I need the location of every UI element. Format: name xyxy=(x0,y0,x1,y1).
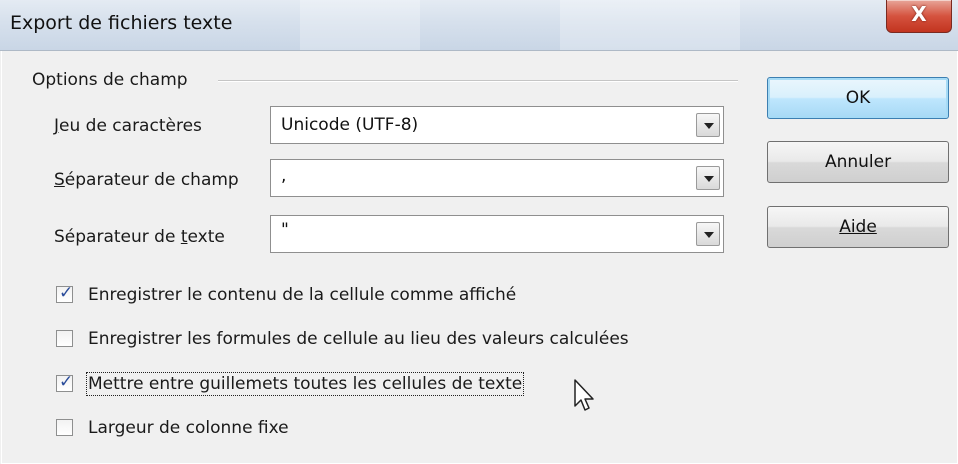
cancel-button[interactable]: Annuler xyxy=(767,141,949,183)
help-button-label: Aide xyxy=(839,217,877,237)
charset-label-rest: eu de caractères xyxy=(59,116,202,136)
quote-text-cells-checkbox[interactable]: ✓ xyxy=(56,372,74,392)
mouse-pointer-icon xyxy=(574,379,594,411)
chevron-down-icon[interactable] xyxy=(696,222,720,246)
charset-select[interactable]: Unicode (UTF-8) xyxy=(270,106,724,144)
text-separator-label: Séparateur de texte xyxy=(54,227,225,247)
window-title: Export de fichiers texte xyxy=(10,12,233,34)
close-icon: X xyxy=(911,2,927,26)
group-divider xyxy=(218,80,738,82)
save-as-shown-label: Enregistrer le contenu de la cellule com… xyxy=(88,285,517,305)
save-formulas-checkbox[interactable] xyxy=(56,330,73,347)
text-separator-select[interactable]: " xyxy=(270,215,724,253)
title-bar: Export de fichiers texte X xyxy=(0,0,958,51)
text-separator-value: " xyxy=(281,220,289,240)
field-separator-label: Séparateur de champ xyxy=(54,170,239,190)
checkmark-icon: ✓ xyxy=(59,283,74,303)
chevron-down-icon[interactable] xyxy=(696,113,720,137)
checkmark-icon: ✓ xyxy=(59,372,74,392)
fixed-width-label: Largeur de colonne fixe xyxy=(88,418,289,438)
field-separator-select[interactable]: , xyxy=(270,159,724,197)
quote-text-cells-label: Mettre entre guillemets toutes les cellu… xyxy=(85,372,525,396)
background-blur xyxy=(300,0,420,50)
help-button[interactable]: Aide xyxy=(767,206,949,248)
save-as-shown-checkbox[interactable]: ✓ xyxy=(56,283,74,303)
background-blur xyxy=(560,0,740,50)
close-button[interactable]: X xyxy=(886,0,952,33)
save-formulas-label: Enregistrer les formules de cellule au l… xyxy=(88,329,629,349)
field-separator-value: , xyxy=(281,166,287,186)
field-options-group-label: Options de champ xyxy=(32,70,196,90)
fixed-width-checkbox[interactable] xyxy=(56,419,73,436)
charset-value: Unicode (UTF-8) xyxy=(281,115,419,135)
chevron-down-icon[interactable] xyxy=(696,166,720,190)
ok-button[interactable]: OK xyxy=(767,77,949,119)
charset-label: Jeu de caractères xyxy=(54,116,202,136)
